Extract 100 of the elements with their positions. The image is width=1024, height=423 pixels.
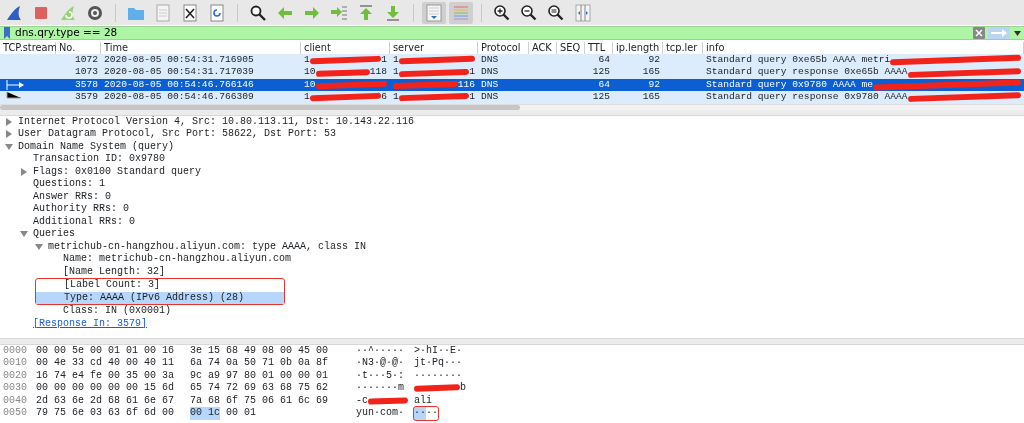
hex-bytes[interactable]: 7a 68 6f 75 06 61 6c 69: [190, 394, 329, 408]
tree-item[interactable]: Internet Protocol Version 4, Src: 10.80.113.11, Dst: 10.143.22.116: [18, 115, 415, 129]
filter-field[interactable]: dns.qry.type == 28: [11, 26, 973, 40]
hex-bytes[interactable]: 00 4e 33 cd 40 00 40 11: [36, 357, 175, 370]
tree-item[interactable]: Questions: 1: [33, 178, 105, 191]
search-icon: [249, 3, 267, 22]
cell-text: Standard query 0x9780 AAAA me: [706, 78, 873, 92]
redaction-scribble: [367, 397, 409, 405]
cell-text: 2020-08-05 00:54:46.766146: [104, 78, 254, 92]
cell-text: 64: [598, 78, 610, 92]
hex-bytes[interactable]: 3e 15 68 49 08 00 45 00: [190, 344, 329, 358]
column-header[interactable]: ACK: [529, 42, 557, 54]
expand-triangle-icon[interactable]: [19, 166, 29, 177]
column-header[interactable]: info: [703, 42, 1024, 54]
tree-item[interactable]: Flags: 0x0100 Standard query: [33, 165, 202, 179]
packet-row[interactable]: 3579 2020-08-05 00:54:46.766309 1 6 1 1 DNS 125 165 Standard query response 0x9780 AAAA: [0, 91, 1024, 104]
response-link[interactable]: [Response In: 3579]: [33, 317, 148, 331]
cell-text: 1: [469, 66, 475, 79]
hex-bytes[interactable]: 65 74 72 69 63 68 75 62: [190, 382, 329, 395]
cell-text: 116: [457, 78, 475, 92]
autoscroll-button[interactable]: [422, 1, 446, 24]
redaction-scribble: [398, 93, 470, 102]
column-header[interactable]: No.: [56, 42, 101, 54]
ascii-text[interactable]: -c: [356, 394, 368, 408]
column-header[interactable]: SEQ: [557, 42, 585, 54]
column-header[interactable]: client: [301, 42, 390, 54]
hex-bytes[interactable]: 79 75 6e 03 63 6f 6d 00: [36, 407, 175, 420]
column-header[interactable]: TCP.stream: [0, 42, 56, 54]
tree-item[interactable]: [Name Length: 32]: [63, 265, 166, 279]
tree-item[interactable]: Queries: [33, 228, 75, 241]
column-header[interactable]: server: [390, 42, 478, 54]
collapse-triangle-icon[interactable]: [34, 241, 44, 252]
cell-text: DNS: [481, 78, 499, 92]
document-icon: [154, 3, 172, 22]
zoom-in-icon: [493, 3, 511, 22]
cell-text: 165: [642, 91, 660, 104]
shark-fin-icon: [5, 3, 23, 22]
ascii-text[interactable]: ·······m: [356, 382, 404, 395]
ascii-text[interactable]: b: [460, 382, 466, 395]
tree-item[interactable]: Additional RRs: 0: [33, 215, 136, 229]
ascii-text[interactable]: ·N3·@·@·: [356, 357, 404, 370]
ascii-text[interactable]: ·t···5·:: [356, 369, 404, 383]
ascii-text[interactable]: ali: [414, 394, 432, 408]
packet-row[interactable]: 1072 2020-08-05 00:54:31.716905 1 1 1 DNS 64 92 Standard query 0xe65b AAAA metri: [0, 54, 1024, 67]
tree-item[interactable]: Authority RRs: 0: [33, 203, 129, 216]
hex-bytes[interactable]: 00 1c: [190, 407, 220, 420]
cell-text: 10: [304, 66, 316, 79]
hex-bytes[interactable]: 9c a9 97 80 01 00 00 01: [190, 369, 329, 383]
cell-text: DNS: [481, 91, 499, 104]
tree-item[interactable]: Transaction ID: 0x9780: [33, 153, 166, 166]
expand-triangle-icon[interactable]: [4, 116, 14, 127]
zoom-out-icon: [520, 3, 538, 22]
hex-bytes[interactable]: 00 00 00 00 00 00 15 6d: [36, 382, 175, 395]
bookmark-icon[interactable]: [0, 26, 11, 40]
ascii-text[interactable]: ··: [426, 407, 439, 420]
tree-item[interactable]: Answer RRs: 0: [33, 190, 111, 204]
cell-text: 10: [304, 78, 316, 92]
ascii-text[interactable]: ··: [414, 407, 426, 420]
cell-text: 1073: [74, 66, 98, 79]
autoscroll-icon: [425, 3, 443, 22]
column-header[interactable]: TTL: [585, 42, 613, 54]
ascii-text[interactable]: ········: [414, 369, 462, 383]
cell-text: 92: [648, 78, 660, 92]
cell-text: Standard query 0xe65b AAAA metri: [706, 54, 891, 67]
packet-row[interactable]: 1073 2020-08-05 00:54:31.717039 10 118 1 1 DNS 125 165 Standard query response 0xe65b AAAA: [0, 66, 1024, 79]
horizontal-scrollbar[interactable]: [0, 103, 1024, 110]
zoom-reset-icon: [547, 3, 565, 22]
cell-text: 1: [393, 66, 399, 79]
tree-item[interactable]: User Datagram Protocol, Src Port: 58622, Dst Port: 53: [18, 128, 337, 141]
tree-item[interactable]: Name: metrichub-cn-hangzhou.aliyun.com: [63, 253, 292, 266]
hex-bytes[interactable]: 6a 74 0a 50 71 0b 0a 8f: [190, 357, 329, 370]
cell-text: DNS: [481, 66, 499, 79]
column-header[interactable]: Time: [101, 42, 301, 54]
redaction-scribble: [315, 68, 370, 77]
expand-triangle-icon[interactable]: [4, 129, 14, 140]
cell-text: 3578: [74, 78, 98, 92]
tree-item[interactable]: metrichub-cn-hangzhou.aliyun.com: type AAAA, class IN: [48, 240, 367, 254]
tree-item[interactable]: Class: IN (0x0001): [63, 305, 172, 318]
tree-item[interactable]: [Label Count: 3]: [64, 279, 160, 292]
column-header[interactable]: tcp.ler: [663, 42, 703, 54]
column-header[interactable]: Protocol: [478, 42, 529, 54]
close-file-icon: [181, 3, 199, 22]
ascii-text[interactable]: yun·com·: [356, 407, 404, 420]
column-header[interactable]: ip.length: [613, 42, 663, 54]
ascii-text[interactable]: jt·Pq···: [414, 357, 462, 370]
cell-text: 118: [369, 66, 387, 79]
dropdown-caret-icon[interactable]: [1010, 26, 1024, 40]
hex-bytes[interactable]: 00 00 5e 00 01 01 00 16: [36, 344, 175, 358]
ascii-text[interactable]: ··^·····: [356, 344, 404, 358]
clear-icon[interactable]: [973, 26, 985, 40]
hex-bytes[interactable]: 00 01: [226, 407, 257, 420]
ascii-text[interactable]: >·hI··E·: [414, 344, 462, 358]
tree-item[interactable]: Domain Name System (query): [18, 140, 175, 154]
collapse-triangle-icon[interactable]: [4, 141, 14, 152]
colorize-button[interactable]: [449, 1, 473, 24]
hex-bytes[interactable]: 2d 63 6e 2d 68 61 6e 67: [36, 394, 175, 408]
hex-bytes[interactable]: 16 74 e4 fe 00 35 00 3a: [36, 369, 175, 383]
settings-icon: [86, 3, 104, 22]
cell-text: 125: [592, 91, 610, 104]
cell-text: 6: [381, 91, 387, 104]
